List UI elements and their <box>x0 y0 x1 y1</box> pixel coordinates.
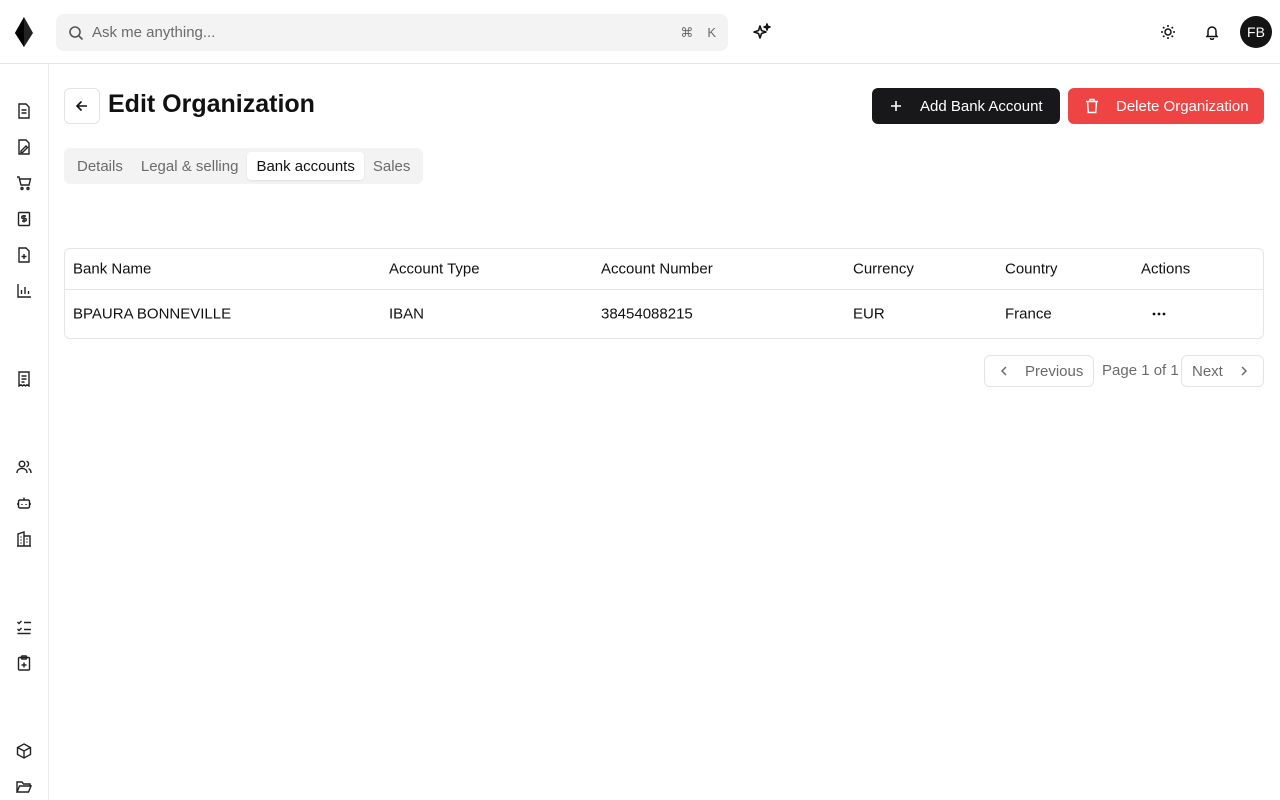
organization-icon[interactable] <box>15 530 33 548</box>
cell-account-number: 38454088215 <box>601 305 693 323</box>
next-page-button[interactable]: Next <box>1181 355 1264 387</box>
column-header-currency[interactable]: Currency <box>853 261 914 278</box>
cell-currency: EUR <box>853 305 885 323</box>
sidebar <box>0 64 49 800</box>
cart-icon[interactable] <box>15 174 33 192</box>
clipboard-icon[interactable] <box>15 654 33 672</box>
column-header-account-type[interactable]: Account Type <box>389 261 480 278</box>
tasks-icon[interactable] <box>15 618 33 636</box>
column-header-bank-name[interactable]: Bank Name <box>73 261 151 278</box>
quote-icon[interactable] <box>15 138 33 156</box>
more-horizontal-icon <box>1152 312 1166 316</box>
shortcut-key: K <box>707 25 716 40</box>
app-logo[interactable] <box>14 16 34 48</box>
column-header-country[interactable]: Country <box>1005 261 1058 278</box>
add-bank-account-label: Add Bank Account <box>920 97 1043 115</box>
page-indicator: Page 1 of 1 <box>1102 362 1179 379</box>
user-avatar[interactable]: FB <box>1240 16 1272 48</box>
ai-sparkles-icon[interactable] <box>751 21 773 43</box>
chevron-right-icon <box>1241 366 1247 376</box>
tab-list: Details Legal & selling Bank accounts Sa… <box>64 148 424 184</box>
payment-icon[interactable] <box>15 210 33 228</box>
cell-country: France <box>1005 305 1052 323</box>
cell-bank-name: BPAURA BONNEVILLE <box>73 305 232 323</box>
notifications-bell-icon[interactable] <box>1196 16 1228 48</box>
folder-icon[interactable] <box>15 778 33 796</box>
chevron-left-icon <box>1000 366 1007 376</box>
add-bank-account-button[interactable]: Add Bank Account <box>872 88 1060 124</box>
column-header-account-number[interactable]: Account Number <box>601 261 713 278</box>
previous-page-button[interactable]: Previous <box>984 355 1094 387</box>
column-header-actions: Actions <box>1141 260 1191 278</box>
search-bar[interactable]: Ask me anything... ⌘ K <box>56 14 728 51</box>
bank-accounts-table: Bank Name Account Type Account Number Cu… <box>64 248 1264 339</box>
delete-organization-button[interactable]: Delete Organization <box>1068 88 1264 124</box>
tab-legal-selling[interactable]: Legal & selling <box>132 152 248 180</box>
top-bar: Ask me anything... ⌘ K FB <box>0 0 1280 64</box>
table-header-row: Bank Name Account Type Account Number Cu… <box>65 249 1263 290</box>
previous-label: Previous <box>1025 362 1084 380</box>
shortcut-mod: ⌘ <box>680 24 694 40</box>
row-actions-button[interactable] <box>1147 302 1171 326</box>
expense-icon[interactable] <box>15 370 33 388</box>
arrow-left-icon <box>75 100 87 112</box>
tab-bank-accounts[interactable]: Bank accounts <box>247 152 364 180</box>
search-icon <box>68 25 84 41</box>
table-row[interactable]: BPAURA BONNEVILLE IBAN 38454088215 EUR F… <box>65 290 1263 338</box>
tab-sales[interactable]: Sales <box>364 152 420 180</box>
delete-organization-label: Delete Organization <box>1116 97 1249 115</box>
cell-account-type: IBAN <box>389 305 425 323</box>
invoice-icon[interactable] <box>15 102 33 120</box>
chart-icon[interactable] <box>15 282 33 300</box>
plus-icon <box>888 98 904 114</box>
bot-icon[interactable] <box>15 494 33 512</box>
back-button[interactable] <box>64 88 100 124</box>
search-placeholder[interactable]: Ask me anything... <box>92 24 666 41</box>
page-title: Edit Organization <box>108 90 315 118</box>
trash-icon <box>1084 98 1100 114</box>
tab-details[interactable]: Details <box>68 152 132 180</box>
products-icon[interactable] <box>15 742 33 760</box>
next-label: Next <box>1192 362 1223 380</box>
credit-note-icon[interactable] <box>15 246 33 264</box>
users-icon[interactable] <box>15 458 33 476</box>
theme-toggle-sun-icon[interactable] <box>1152 16 1184 48</box>
